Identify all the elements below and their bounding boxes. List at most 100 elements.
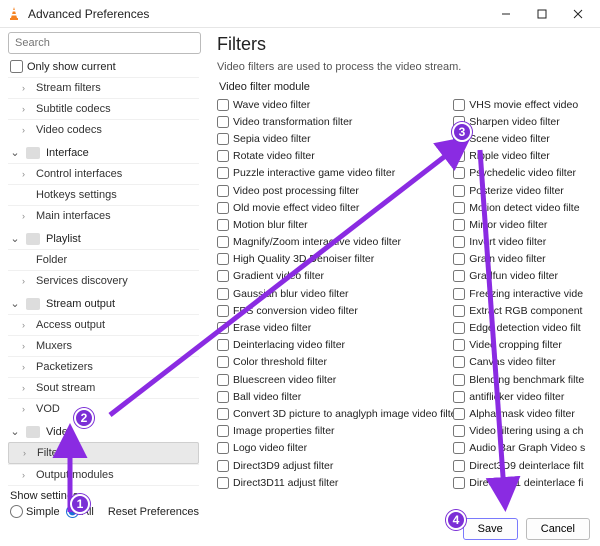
tree-item-hotkeys[interactable]: Hotkeys settings <box>8 184 199 205</box>
tree-item-packetizers[interactable]: ›Packetizers <box>8 356 199 377</box>
tree-item-main-interfaces[interactable]: ›Main interfaces <box>8 205 199 226</box>
filter-checkbox[interactable] <box>217 391 229 403</box>
filter-checkbox-item[interactable]: Motion blur filter <box>217 217 453 232</box>
close-button[interactable] <box>560 2 596 26</box>
filter-checkbox-item[interactable]: Gradient video filter <box>217 269 453 284</box>
filter-checkbox-item[interactable]: Sharpen video filter <box>453 114 592 129</box>
filter-checkbox[interactable] <box>217 374 229 386</box>
filter-checkbox[interactable] <box>453 391 465 403</box>
filter-checkbox[interactable] <box>453 477 465 489</box>
tree-item-access-output[interactable]: ›Access output <box>8 314 199 335</box>
filter-checkbox[interactable] <box>453 460 465 472</box>
filter-checkbox-item[interactable]: High Quality 3D Denoiser filter <box>217 252 453 267</box>
tree-item-subtitle-codecs[interactable]: ›Subtitle codecs <box>8 98 199 119</box>
filter-checkbox-item[interactable]: Extract RGB component <box>453 303 592 318</box>
cancel-button[interactable]: Cancel <box>526 518 590 540</box>
filter-checkbox[interactable] <box>217 425 229 437</box>
filter-checkbox[interactable] <box>453 185 465 197</box>
only-show-current-checkbox[interactable] <box>10 60 23 73</box>
tree-item-services-discovery[interactable]: ›Services discovery <box>8 270 199 291</box>
filter-checkbox-item[interactable]: Gradfun video filter <box>453 269 592 284</box>
only-show-current-row[interactable]: Only show current <box>10 60 199 73</box>
tree-group-stream-output[interactable]: ⌄Stream output <box>8 291 199 314</box>
filter-checkbox-item[interactable]: Motion detect video filte <box>453 200 592 215</box>
filter-checkbox-item[interactable]: Bluescreen video filter <box>217 372 453 387</box>
filter-checkbox[interactable] <box>453 322 465 334</box>
minimize-button[interactable] <box>488 2 524 26</box>
filter-checkbox-item[interactable]: FPS conversion video filter <box>217 303 453 318</box>
filter-checkbox-item[interactable]: Direct3D9 adjust filter <box>217 458 453 473</box>
filter-checkbox-item[interactable]: Freezing interactive vide <box>453 286 592 301</box>
filter-checkbox-item[interactable]: Ball video filter <box>217 389 453 404</box>
filter-checkbox[interactable] <box>453 288 465 300</box>
filter-checkbox-item[interactable]: Wave video filter <box>217 97 453 112</box>
tree-item-vod[interactable]: ›VOD <box>8 398 199 419</box>
save-button[interactable]: Save <box>463 518 518 540</box>
filter-checkbox[interactable] <box>217 270 229 282</box>
filter-checkbox-item[interactable]: Audio Bar Graph Video s <box>453 441 592 456</box>
tree-group-playlist[interactable]: ⌄Playlist <box>8 226 199 249</box>
filter-checkbox-item[interactable]: Canvas video filter <box>453 355 592 370</box>
filter-checkbox[interactable] <box>217 339 229 351</box>
filter-checkbox-item[interactable]: Direct3D9 deinterlace filt <box>453 458 592 473</box>
filter-checkbox[interactable] <box>453 305 465 317</box>
filter-checkbox-item[interactable]: Erase video filter <box>217 320 453 335</box>
tree-group-interface[interactable]: ⌄Interface <box>8 140 199 163</box>
filter-checkbox[interactable] <box>453 408 465 420</box>
filter-checkbox[interactable] <box>217 133 229 145</box>
radio-simple[interactable]: Simple <box>10 505 60 518</box>
filter-checkbox-item[interactable]: Logo video filter <box>217 441 453 456</box>
filter-checkbox-item[interactable]: Image properties filter <box>217 424 453 439</box>
filter-checkbox[interactable] <box>453 219 465 231</box>
filter-checkbox[interactable] <box>453 253 465 265</box>
filter-checkbox-item[interactable]: Magnify/Zoom interactive video filter <box>217 235 453 250</box>
filter-checkbox-item[interactable]: VHS movie effect video <box>453 97 592 112</box>
search-input[interactable] <box>8 32 201 54</box>
filter-checkbox-item[interactable]: Video filtering using a ch <box>453 424 592 439</box>
filter-checkbox-item[interactable]: Convert 3D picture to anaglyph image vid… <box>217 406 453 421</box>
filter-checkbox-item[interactable]: Mirror video filter <box>453 217 592 232</box>
filter-checkbox-item[interactable]: Posterize video filter <box>453 183 592 198</box>
filter-checkbox[interactable] <box>217 116 229 128</box>
filter-checkbox-item[interactable]: Video cropping filter <box>453 338 592 353</box>
filter-checkbox[interactable] <box>453 99 465 111</box>
filter-checkbox[interactable] <box>217 477 229 489</box>
filter-checkbox-item[interactable]: Edge detection video filt <box>453 320 592 335</box>
filter-checkbox-item[interactable]: Direct3D11 deinterlace fi <box>453 475 592 490</box>
filter-checkbox-item[interactable]: Scene video filter <box>453 131 592 146</box>
tree-item-filters[interactable]: ›Filters <box>8 442 199 464</box>
filter-checkbox-item[interactable]: Video post processing filter <box>217 183 453 198</box>
filter-checkbox-item[interactable]: antiflicker video filter <box>453 389 592 404</box>
filter-checkbox[interactable] <box>217 460 229 472</box>
filter-checkbox-item[interactable]: Old movie effect video filter <box>217 200 453 215</box>
filter-checkbox-item[interactable]: Gaussian blur video filter <box>217 286 453 301</box>
settings-tree[interactable]: ›Stream filters ›Subtitle codecs ›Video … <box>8 77 201 486</box>
filter-checkbox-item[interactable]: Blending benchmark filte <box>453 372 592 387</box>
filter-checkbox[interactable] <box>453 442 465 454</box>
filter-checkbox[interactable] <box>453 202 465 214</box>
filter-checkbox[interactable] <box>453 356 465 368</box>
filter-checkbox[interactable] <box>217 305 229 317</box>
filter-checkbox[interactable] <box>217 356 229 368</box>
filter-checkbox[interactable] <box>217 442 229 454</box>
filter-checkbox-item[interactable]: Ripple video filter <box>453 149 592 164</box>
filter-checkbox[interactable] <box>217 236 229 248</box>
filter-checkbox-item[interactable]: Puzzle interactive game video filter <box>217 166 453 181</box>
filter-checkbox-item[interactable]: Deinterlacing video filter <box>217 338 453 353</box>
filter-checkbox[interactable] <box>217 408 229 420</box>
filter-checkbox[interactable] <box>453 150 465 162</box>
tree-group-video[interactable]: ⌄Video <box>8 419 199 442</box>
tree-item-stream-filters[interactable]: ›Stream filters <box>8 77 199 98</box>
filter-checkbox[interactable] <box>453 270 465 282</box>
tree-item-video-codecs[interactable]: ›Video codecs <box>8 119 199 140</box>
tree-item-muxers[interactable]: ›Muxers <box>8 335 199 356</box>
filter-checkbox-item[interactable]: Color threshold filter <box>217 355 453 370</box>
maximize-button[interactable] <box>524 2 560 26</box>
filter-checkbox-item[interactable]: Alpha mask video filter <box>453 406 592 421</box>
filter-checkbox[interactable] <box>453 236 465 248</box>
filter-checkbox[interactable] <box>217 253 229 265</box>
filter-checkbox-item[interactable]: Direct3D11 adjust filter <box>217 475 453 490</box>
filter-checkbox[interactable] <box>453 374 465 386</box>
tree-item-sout-stream[interactable]: ›Sout stream <box>8 377 199 398</box>
filter-checkbox[interactable] <box>453 167 465 179</box>
